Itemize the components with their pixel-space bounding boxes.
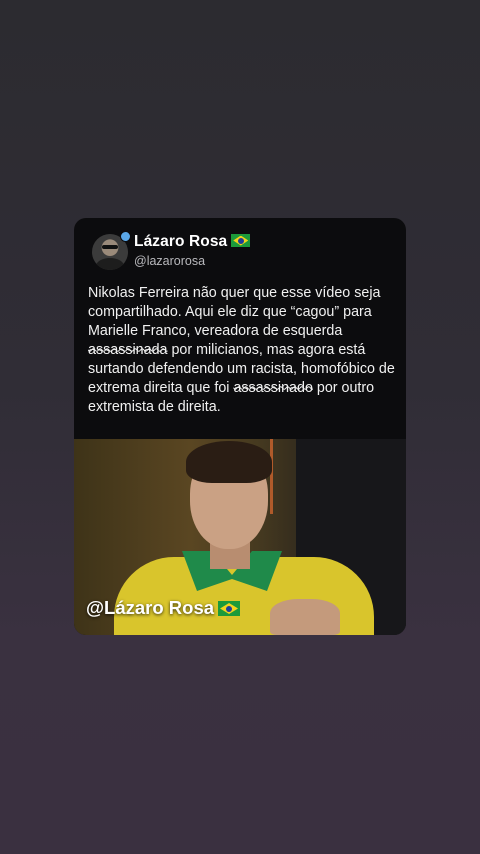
post-text-part: Nikolas Ferreira não quer que esse vídeo… xyxy=(88,285,381,339)
post-header: Lázaro Rosa @lazarorosa xyxy=(92,231,396,272)
censored-word: assassinada xyxy=(88,342,168,358)
author-name-row[interactable]: Lázaro Rosa xyxy=(134,233,251,251)
censored-word: assassinado xyxy=(233,380,313,396)
post-text: Nikolas Ferreira não quer que esse vídeo… xyxy=(88,284,400,417)
avatar-shirt xyxy=(96,258,124,270)
brazil-flag-icon xyxy=(218,601,241,616)
video-watermark: @Lázaro Rosa xyxy=(86,597,241,619)
video-player[interactable]: @Lázaro Rosa xyxy=(74,439,406,635)
author-name[interactable]: Lázaro Rosa xyxy=(134,233,227,250)
avatar-glasses xyxy=(102,245,118,249)
author-handle[interactable]: @lazarorosa xyxy=(134,254,205,268)
microphone-stand xyxy=(270,439,273,514)
brazil-flag-icon xyxy=(231,234,251,247)
watermark-text: @Lázaro Rosa xyxy=(86,597,215,618)
post-card[interactable]: Lázaro Rosa @lazarorosa Nikolas Ferreira… xyxy=(74,218,406,635)
verified-badge-icon xyxy=(120,231,131,242)
person-hand xyxy=(270,599,340,635)
person-hair xyxy=(186,441,272,483)
